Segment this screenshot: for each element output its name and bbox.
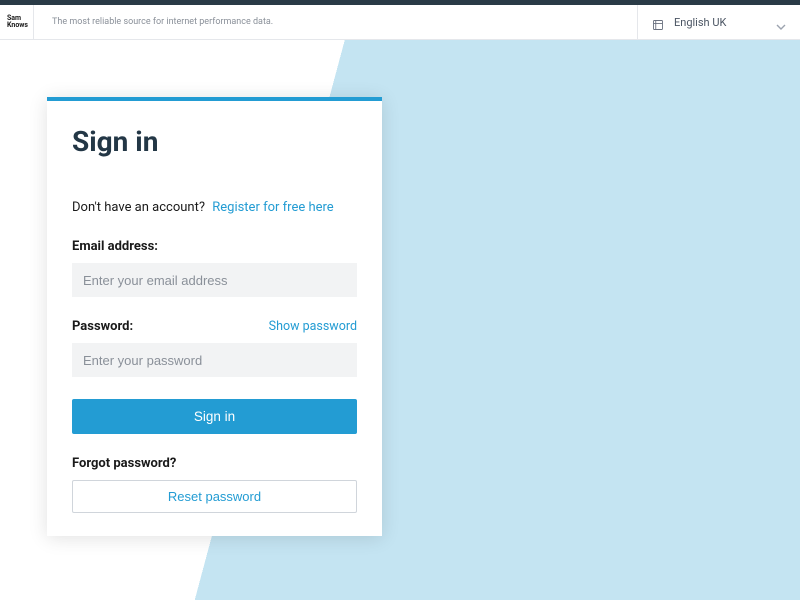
tagline: The most reliable source for internet pe… [34,17,637,27]
globe-icon [652,16,664,28]
register-prompt: Don't have an account? Register for free… [72,200,357,215]
language-label: English UK [674,16,766,29]
signin-card: Sign in Don't have an account? Register … [47,97,382,536]
reset-password-button[interactable]: Reset password [72,480,357,513]
password-label: Password: [72,319,133,334]
header: Sam Knows The most reliable source for i… [0,5,800,40]
chevron-down-icon [776,17,786,27]
register-link[interactable]: Register for free here [212,200,333,215]
email-field[interactable] [72,263,357,297]
show-password-toggle[interactable]: Show password [269,319,357,334]
logo-text: Sam Knows [7,15,28,29]
forgot-password-label: Forgot password? [72,456,357,471]
language-selector[interactable]: English UK [637,5,800,39]
password-field[interactable] [72,343,357,377]
signin-button[interactable]: Sign in [72,399,357,434]
top-bar [0,0,800,5]
page-title: Sign in [72,125,357,158]
no-account-text: Don't have an account? [72,200,205,215]
email-label: Email address: [72,239,357,254]
logo[interactable]: Sam Knows [0,5,34,39]
